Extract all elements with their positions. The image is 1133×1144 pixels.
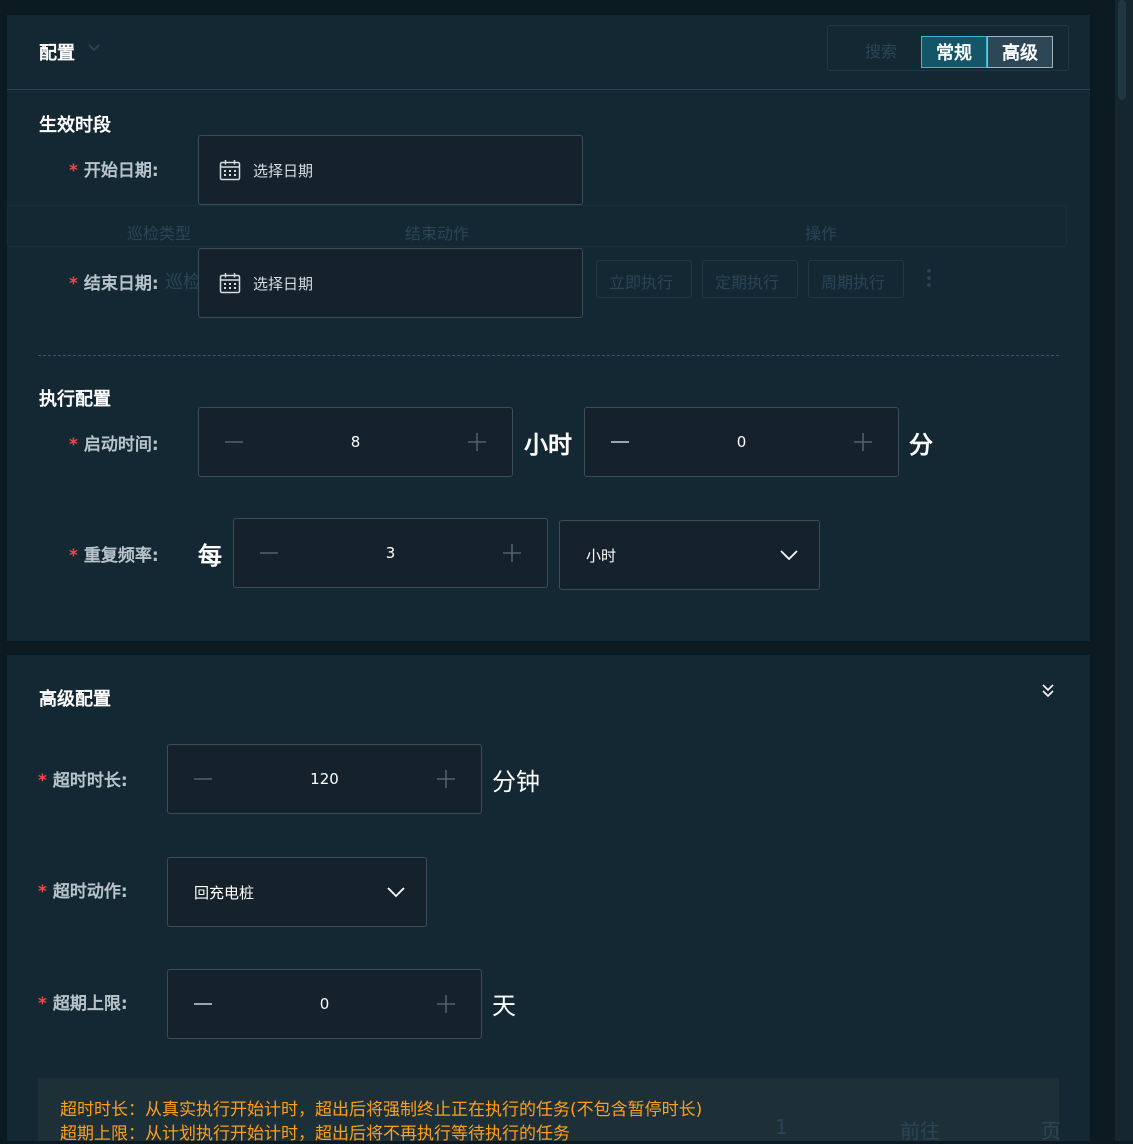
minus-icon: [194, 1003, 212, 1005]
collapse-double-chevron-icon[interactable]: [1041, 683, 1055, 699]
repeat-prefix: 每: [198, 542, 222, 570]
increment-button[interactable]: [435, 768, 457, 790]
increment-button[interactable]: [435, 993, 457, 1015]
repeat-unit-value: 小时: [586, 546, 617, 565]
timeout-duration-stepper: 120: [167, 744, 482, 814]
ghost-run-now-text: 立即执行: [609, 273, 674, 292]
chevron-down-icon: [88, 44, 100, 52]
overdue-limit-unit: 天: [492, 992, 516, 1020]
ghost-row-text: 巡检: [165, 272, 201, 293]
mode-normal-button[interactable]: 常规: [921, 36, 987, 68]
timeout-duration-value[interactable]: 120: [310, 770, 339, 788]
start-time-label: * 启动时间:: [69, 435, 159, 455]
ghost-scheduled-text: 定期执行: [715, 273, 780, 292]
start-date-picker[interactable]: 选择日期: [198, 135, 583, 205]
ghost-more-icon: [927, 269, 931, 287]
effective-period-title: 生效时段: [39, 115, 111, 136]
plus-icon: [853, 433, 872, 451]
ghost-page-suffix: 页: [1041, 1119, 1061, 1143]
execution-title: 执行配置: [39, 389, 111, 410]
overdue-limit-stepper: 0: [167, 969, 482, 1039]
note-line-timeout: 超时时长：从真实执行开始计时，超出后将强制终止正在执行的任务(不包含暂停时长): [60, 1100, 703, 1120]
timeout-duration-unit: 分钟: [492, 768, 540, 796]
overdue-limit-label: * 超期上限:: [38, 994, 128, 1014]
timeout-action-label: * 超时动作:: [38, 882, 128, 902]
ghost-col-end-action: 结束动作: [405, 224, 470, 243]
plus-icon: [436, 995, 455, 1013]
increment-button[interactable]: [501, 542, 523, 564]
decrement-button[interactable]: [223, 431, 245, 453]
config-panel: 配置 搜索 常规 高级 巡检类型 结束动作 操作 巡检 立即执行 定期执行 周期…: [7, 15, 1090, 641]
increment-button[interactable]: [466, 431, 488, 453]
advanced-panel: 高级配置 * 超时时长: 120 分钟 * 超时动作: 回充电桩 * 超期上限: 0 …: [7, 655, 1090, 1144]
timeout-duration-label: * 超时时长:: [38, 771, 128, 791]
note-line-overdue: 超期上限：从计划执行开始计时，超出后将不再执行等待执行的任务: [60, 1124, 570, 1144]
plus-icon: [467, 433, 486, 451]
ghost-search-text: 搜索: [865, 42, 898, 61]
repeat-value[interactable]: 3: [386, 544, 396, 562]
repeat-label: * 重复频率:: [69, 546, 159, 566]
repeat-stepper: 3: [233, 518, 548, 588]
calendar-icon: [219, 160, 241, 181]
ghost-goto-text: 前往: [900, 1119, 940, 1143]
scrollbar-thumb[interactable]: [1118, 0, 1126, 100]
mode-advanced-button[interactable]: 高级: [987, 36, 1053, 68]
chevron-down-icon: [780, 550, 798, 561]
start-minute-value[interactable]: 0: [737, 433, 747, 451]
decrement-button[interactable]: [192, 768, 214, 790]
start-date-label: * 开始日期:: [69, 161, 159, 181]
start-hour-value[interactable]: 8: [351, 433, 361, 451]
increment-button[interactable]: [852, 431, 874, 453]
minus-icon: [225, 441, 243, 443]
ghost-page-number: 1: [775, 1115, 788, 1139]
calendar-icon: [219, 273, 241, 294]
start-hour-stepper: 8: [198, 407, 513, 477]
plus-icon: [502, 544, 521, 562]
minus-icon: [260, 552, 278, 554]
advanced-title: 高级配置: [39, 689, 111, 710]
minus-icon: [611, 441, 629, 443]
config-title: 配置: [39, 43, 75, 64]
decrement-button[interactable]: [258, 542, 280, 564]
ghost-col-type: 巡检类型: [127, 224, 192, 243]
end-date-label: * 结束日期:: [69, 274, 159, 294]
decrement-button[interactable]: [609, 431, 631, 453]
end-date-placeholder: 选择日期: [253, 274, 314, 293]
timeout-action-value: 回充电桩: [194, 883, 255, 902]
overdue-limit-value[interactable]: 0: [320, 995, 330, 1013]
minus-icon: [194, 778, 212, 780]
start-minute-stepper: 0: [584, 407, 899, 477]
header-divider: [7, 89, 1090, 90]
hour-unit: 小时: [524, 431, 572, 459]
end-date-picker[interactable]: 选择日期: [198, 248, 583, 318]
ghost-periodic-text: 周期执行: [821, 273, 886, 292]
scrollbar-track[interactable]: [1115, 0, 1133, 1141]
section-divider: [38, 355, 1059, 356]
ghost-col-ops: 操作: [805, 224, 838, 243]
timeout-action-select[interactable]: 回充电桩: [167, 857, 427, 927]
minute-unit: 分: [909, 431, 933, 459]
decrement-button[interactable]: [192, 993, 214, 1015]
mode-switch: 常规 高级: [921, 36, 1053, 68]
chevron-down-icon: [387, 887, 405, 898]
plus-icon: [436, 770, 455, 788]
repeat-unit-select[interactable]: 小时: [559, 520, 820, 590]
start-date-placeholder: 选择日期: [253, 161, 314, 180]
